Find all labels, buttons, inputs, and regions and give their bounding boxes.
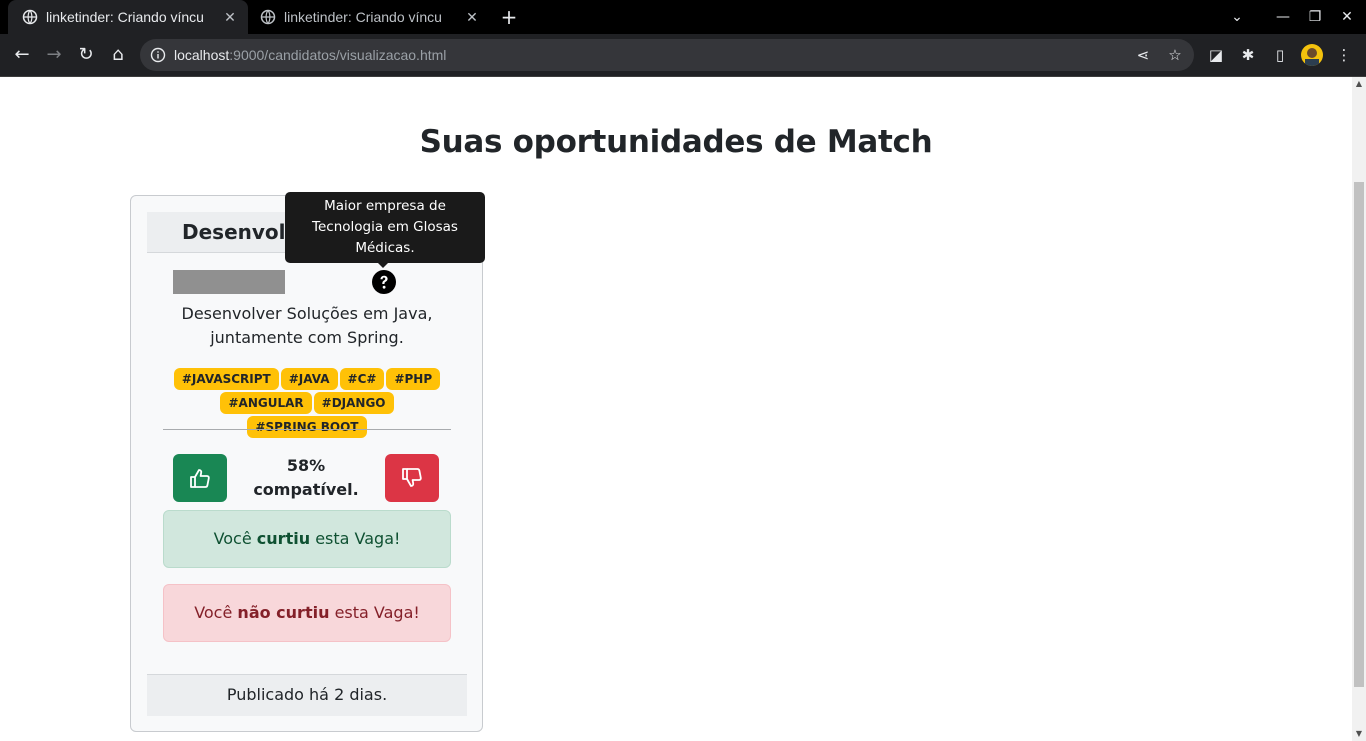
compatibility-score: 58% compatível. bbox=[253, 456, 359, 499]
skill-tag: #JAVA bbox=[280, 368, 338, 390]
minimize-icon[interactable]: — bbox=[1272, 6, 1294, 28]
side-panel-icon[interactable]: ▯ bbox=[1270, 45, 1290, 65]
browser-tab-bar: linketinder: Criando víncu ✕ linketinder… bbox=[0, 0, 1366, 34]
globe-icon bbox=[22, 9, 38, 25]
address-bar[interactable]: localhost:9000/candidatos/visualizacao.h… bbox=[140, 39, 1194, 71]
job-description: Desenvolver Soluções em Java, juntamente… bbox=[181, 304, 433, 347]
close-tab-icon[interactable]: ✕ bbox=[464, 9, 480, 25]
close-tab-icon[interactable]: ✕ bbox=[222, 9, 238, 25]
tooltip: Maior empresa de Tecnologia em Glosas Mé… bbox=[285, 192, 485, 263]
browser-toolbar: ← → ↻ ⌂ localhost:9000/candidatos/visual… bbox=[0, 34, 1366, 77]
extension-tab-icon[interactable]: ◪ bbox=[1206, 45, 1226, 65]
tooltip-arrow bbox=[377, 262, 389, 268]
thumbs-up-icon bbox=[190, 469, 210, 488]
avatar[interactable] bbox=[1301, 44, 1323, 66]
forward-icon[interactable]: → bbox=[42, 43, 66, 67]
skill-tag: #JAVASCRIPT bbox=[173, 368, 279, 390]
skill-tag: #C# bbox=[339, 368, 385, 390]
url-text[interactable]: localhost:9000/candidatos/visualizacao.h… bbox=[174, 39, 446, 71]
divider bbox=[163, 429, 451, 430]
back-icon[interactable]: ← bbox=[10, 43, 34, 67]
skill-tag: #ANGULAR bbox=[220, 392, 312, 414]
thumbs-down-icon bbox=[402, 468, 422, 487]
puzzle-icon[interactable]: ✱ bbox=[1238, 45, 1258, 65]
new-tab-button[interactable]: + bbox=[498, 6, 520, 28]
tab-active[interactable]: linketinder: Criando víncu ✕ bbox=[8, 0, 248, 34]
menu-icon[interactable]: ⋮ bbox=[1334, 45, 1354, 65]
scroll-down-icon[interactable]: ▼ bbox=[1352, 727, 1366, 741]
dislike-button[interactable] bbox=[385, 454, 439, 502]
tab-title: linketinder: Criando víncu bbox=[284, 9, 442, 25]
question-icon[interactable] bbox=[372, 270, 396, 294]
job-card: Desenvolvedor Maior empresa de Tecnologi… bbox=[130, 192, 485, 732]
maximize-icon[interactable]: ❐ bbox=[1304, 6, 1326, 28]
star-icon[interactable]: ☆ bbox=[1167, 47, 1183, 63]
skill-tag: #PHP bbox=[386, 368, 441, 390]
disliked-alert: Você não curtiu esta Vaga! bbox=[163, 584, 451, 642]
globe-icon bbox=[260, 9, 276, 25]
close-window-icon[interactable]: ✕ bbox=[1336, 6, 1358, 28]
like-button[interactable] bbox=[173, 454, 227, 502]
tab-inactive[interactable]: linketinder: Criando víncu ✕ bbox=[250, 0, 490, 34]
info-icon[interactable] bbox=[150, 47, 166, 63]
page-scrollbar[interactable] bbox=[1352, 77, 1366, 741]
home-icon[interactable]: ⌂ bbox=[106, 43, 130, 67]
scroll-up-icon[interactable]: ▲ bbox=[1352, 77, 1366, 91]
skill-tags: #JAVASCRIPT #JAVA #C# #PHP #ANGULAR #DJA… bbox=[171, 368, 443, 438]
liked-alert: Você curtiu esta Vaga! bbox=[163, 510, 451, 568]
tab-search-icon[interactable]: ⌄ bbox=[1226, 6, 1248, 28]
skill-tag: #DJANGO bbox=[313, 392, 394, 414]
page-title: Suas oportunidades de Match bbox=[419, 124, 933, 160]
share-icon[interactable]: ⋖ bbox=[1135, 47, 1151, 63]
company-logo bbox=[173, 270, 285, 294]
page-content: Suas oportunidades de Match Desenvolvedo… bbox=[0, 77, 1352, 741]
reload-icon[interactable]: ↻ bbox=[74, 43, 98, 67]
skill-tag: #SPRING BOOT bbox=[247, 416, 367, 438]
card-footer: Publicado há 2 dias. bbox=[147, 674, 467, 716]
tab-title: linketinder: Criando víncu bbox=[46, 9, 204, 25]
scrollbar-thumb[interactable] bbox=[1354, 182, 1364, 687]
